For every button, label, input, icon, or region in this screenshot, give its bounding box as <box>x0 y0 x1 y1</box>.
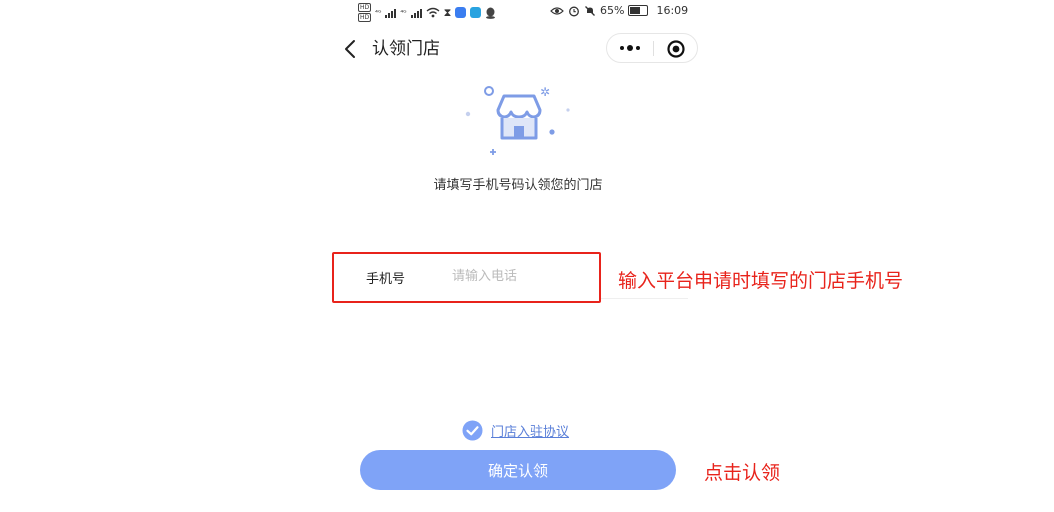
check-circle-icon[interactable] <box>462 420 483 441</box>
signal-icon <box>385 8 397 18</box>
qq-icon <box>486 7 496 19</box>
mini-program-capsule <box>606 33 698 63</box>
status-bar: HD HD ⁴ᴳ ⁴ᴳ ⧗ 65% 16:09 <box>358 2 698 24</box>
store-icon: ✲ <box>465 85 570 155</box>
confirm-claim-button[interactable]: 确定认领 <box>360 450 676 490</box>
field-divider <box>600 298 688 299</box>
target-circle-icon[interactable] <box>666 39 686 59</box>
agreement-row: 门店入驻协议 <box>462 420 569 441</box>
annotation-confirm-hint: 点击认领 <box>704 462 781 484</box>
capsule-divider <box>653 41 654 56</box>
app-notification-icon <box>470 7 482 18</box>
hourglass-icon: ⧗ <box>443 5 452 19</box>
app-notification-icon <box>455 7 467 18</box>
signal-icon <box>410 8 422 18</box>
alarm-icon <box>569 6 579 16</box>
agreement-link[interactable]: 门店入驻协议 <box>491 421 569 440</box>
hd-badges: HD HD <box>358 3 372 22</box>
status-bar-left: HD HD ⁴ᴳ ⁴ᴳ ⧗ <box>358 3 496 22</box>
chevron-left-icon[interactable] <box>340 38 362 60</box>
status-time: 16:09 <box>656 4 689 17</box>
annotation-phone-hint: 输入平台申请时填写的门店手机号 <box>618 270 904 292</box>
network-label: ⁴ᴳ <box>400 8 407 17</box>
battery-icon <box>628 5 649 16</box>
page-subtitle: 请填写手机号码认领您的门店 <box>433 178 603 193</box>
mute-bell-icon <box>585 5 595 16</box>
network-label: ⁴ᴳ <box>375 8 382 17</box>
hd-badge: HD <box>358 3 372 12</box>
status-bar-right: 65% 16:09 <box>550 4 688 17</box>
wifi-icon <box>426 7 440 18</box>
battery-percent: 65% <box>600 4 625 17</box>
annotation-highlight-box <box>332 252 601 303</box>
page-title: 认领门店 <box>372 39 440 59</box>
more-dots-icon[interactable] <box>617 41 643 55</box>
hd-badge: HD <box>358 13 372 22</box>
svg-text:✲: ✲ <box>540 85 550 99</box>
eye-icon <box>550 6 564 15</box>
